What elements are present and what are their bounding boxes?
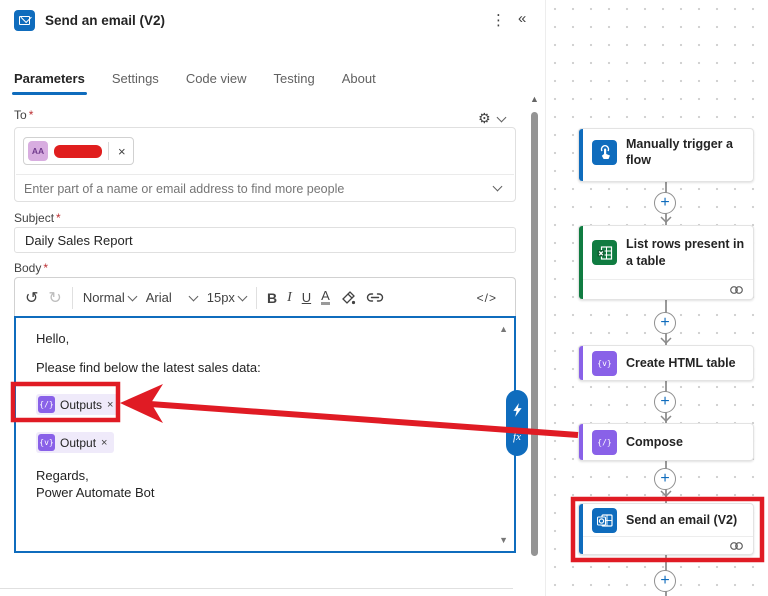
tab-testing[interactable]: Testing — [274, 71, 315, 95]
panel-tabs: Parameters Settings Code view Testing Ab… — [12, 71, 376, 95]
tab-parameters[interactable]: Parameters — [12, 71, 87, 95]
flow-canvas[interactable]: Manually trigger a flow + List rows pres… — [545, 0, 768, 596]
to-expand-chevron-icon[interactable] — [492, 181, 503, 192]
manual-trigger-icon — [592, 139, 617, 165]
avatar: AA — [28, 141, 48, 161]
node-title: List rows present in a table — [626, 237, 745, 268]
dynamic-token-outputs[interactable]: {/} Outputs × — [36, 394, 121, 415]
scroll-down-icon[interactable]: ▼ — [499, 535, 508, 545]
connection-link-icon — [730, 285, 743, 294]
subject-field — [14, 227, 516, 253]
dynamic-token-output[interactable]: {v} Output × — [36, 432, 115, 453]
node-footer — [579, 279, 753, 299]
connector-arrow-icon — [660, 415, 672, 422]
remove-token-icon[interactable]: × — [101, 437, 107, 449]
action-config-panel: Send an email (V2) ⋮ « Parameters Settin… — [0, 0, 545, 596]
redo-icon[interactable]: ↻ — [48, 288, 61, 308]
dynamic-content-fx-button[interactable]: fx — [506, 390, 528, 456]
chip-divider — [108, 142, 109, 160]
text-color-button[interactable]: A — [321, 289, 330, 305]
remove-recipient-icon[interactable]: × — [115, 144, 129, 159]
highlight-color-icon[interactable] — [340, 290, 356, 305]
body-text-intro: Please find below the latest sales data: — [36, 360, 261, 375]
node-accent — [579, 424, 583, 460]
redacted-recipient-name — [54, 144, 102, 158]
lightning-icon — [512, 403, 522, 418]
flow-node-compose[interactable]: {/} Compose — [578, 423, 754, 461]
fx-icon: fx — [513, 430, 521, 443]
tab-settings[interactable]: Settings — [112, 71, 159, 95]
body-label: Body * — [14, 261, 49, 275]
body-text-closing: Regards, — [36, 468, 89, 483]
tab-about[interactable]: About — [342, 71, 376, 95]
connector-arrow-icon — [660, 337, 672, 344]
to-field-divider — [16, 174, 514, 175]
chevron-down-icon[interactable] — [496, 112, 507, 122]
flow-node-create-html-table[interactable]: {v} Create HTML table — [578, 345, 754, 381]
code-view-button[interactable]: </​> — [477, 291, 497, 305]
node-accent — [579, 346, 583, 380]
subject-label: Subject * — [14, 211, 61, 225]
variable-icon: {v} — [38, 434, 55, 451]
connector-arrow-icon — [660, 216, 672, 223]
node-accent — [579, 129, 583, 181]
node-title: Manually trigger a flow — [626, 137, 733, 168]
to-label: To * — [14, 108, 34, 122]
data-operation-icon: {v} — [592, 351, 617, 376]
flow-node-manual-trigger[interactable]: Manually trigger a flow — [578, 128, 754, 182]
to-field-options[interactable]: ⚙ — [478, 110, 507, 127]
body-text-signature: Power Automate Bot — [36, 485, 155, 500]
body-text-greeting: Hello, — [36, 331, 70, 346]
panel-scrollbar: ▲ — [528, 94, 542, 596]
paragraph-style-dropdown[interactable]: Normal — [83, 290, 138, 305]
node-title: Create HTML table — [626, 356, 736, 371]
outlook-icon — [592, 507, 617, 533]
remove-token-icon[interactable]: × — [107, 399, 113, 411]
font-family-dropdown[interactable]: Arial — [146, 290, 199, 305]
panel-bottom-divider — [0, 588, 513, 589]
connector-arrow-icon — [660, 490, 672, 497]
scrollbar-thumb[interactable] — [531, 112, 538, 556]
node-title: Compose — [626, 435, 683, 450]
insert-step-button[interactable]: + — [654, 192, 676, 214]
outlook-icon — [14, 10, 35, 31]
collapse-panel-icon[interactable]: « — [518, 10, 526, 27]
insert-step-button[interactable]: + — [654, 468, 676, 490]
panel-header: Send an email (V2) — [14, 10, 165, 31]
data-operation-icon: {/} — [592, 430, 617, 455]
excel-icon — [592, 240, 617, 265]
toolbar-divider — [255, 286, 257, 309]
insert-step-button[interactable]: + — [654, 570, 676, 592]
more-menu-icon[interactable]: ⋮ — [491, 11, 506, 29]
expression-icon: {/} — [38, 396, 55, 413]
flow-node-send-email[interactable]: Send an email (V2) — [578, 503, 754, 555]
node-accent — [579, 226, 583, 299]
bold-button[interactable]: B — [267, 290, 277, 306]
rich-text-toolbar: ↺ ↻ Normal Arial 15px B I U A </​> — [14, 277, 516, 317]
recipient-chip[interactable]: AA × — [23, 137, 134, 165]
body-editor[interactable]: ▲ ▼ Hello, Please find below the latest … — [14, 316, 516, 553]
italic-button[interactable]: I — [287, 290, 292, 306]
connection-link-icon — [730, 541, 743, 550]
scroll-up-icon[interactable]: ▲ — [499, 324, 508, 334]
to-field[interactable]: AA × — [14, 127, 516, 202]
panel-title: Send an email (V2) — [45, 13, 166, 28]
to-search-input[interactable] — [24, 178, 484, 200]
subject-input[interactable] — [15, 228, 515, 252]
insert-link-icon[interactable] — [366, 292, 384, 303]
insert-step-button[interactable]: + — [654, 391, 676, 413]
insert-step-button[interactable]: + — [654, 312, 676, 334]
node-footer — [579, 536, 753, 554]
font-size-dropdown[interactable]: 15px — [207, 290, 248, 305]
scrollbar-up-icon[interactable]: ▲ — [530, 94, 539, 104]
undo-icon[interactable]: ↺ — [25, 288, 38, 308]
tab-code-view[interactable]: Code view — [186, 71, 247, 95]
node-accent — [579, 504, 583, 554]
gear-icon[interactable]: ⚙ — [478, 110, 491, 127]
node-title: Send an email (V2) — [626, 512, 738, 527]
power-automate-designer: Send an email (V2) ⋮ « Parameters Settin… — [0, 0, 768, 596]
toolbar-divider — [71, 286, 73, 309]
underline-button[interactable]: U — [302, 290, 311, 305]
flow-node-list-rows[interactable]: List rows present in a table — [578, 225, 754, 300]
